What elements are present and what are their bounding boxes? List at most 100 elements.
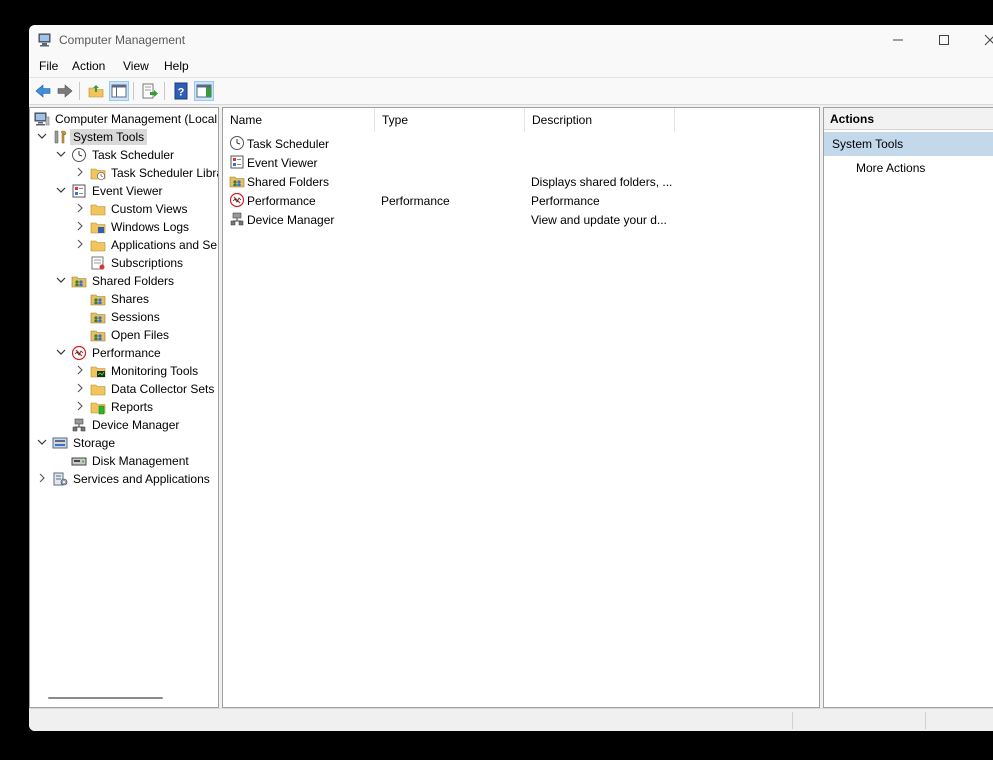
close-icon [984,34,993,46]
toolbar: ? [29,77,993,105]
maximize-button[interactable] [921,25,967,55]
minimize-button[interactable] [875,25,921,55]
shared-folders-icon [90,309,106,325]
actions-section-system-tools[interactable]: System Tools [824,132,993,156]
tree-item-label: Open Files [111,328,170,342]
chevron-down-icon[interactable] [36,130,48,142]
shared-folders-icon [71,273,87,289]
action-pane-icon [196,84,212,98]
tree-item-label: Custom Views [111,202,188,216]
export-list-icon[interactable] [141,82,159,100]
folder-log-icon [90,219,106,235]
folder-icon [90,381,106,397]
folder-monitor-icon [90,363,106,379]
chevron-right-icon[interactable] [74,238,86,250]
chevron-down-icon[interactable] [55,346,67,358]
chevron-right-icon[interactable] [74,382,86,394]
list-item[interactable]: Task Scheduler [223,134,819,153]
tree-item-label: Performance [92,346,161,360]
folder-icon [90,237,106,253]
help-icon[interactable]: ? [172,82,190,100]
title-bar: Computer Management [29,25,993,55]
menu-view[interactable]: View [123,59,149,73]
performance-icon [71,345,87,361]
device-manager-icon [71,417,87,433]
shared-folders-icon [229,173,245,189]
actions-header: Actions [824,108,993,130]
menu-file[interactable]: File [39,59,58,73]
actions-pane: Actions System Tools More Actions [823,107,993,708]
column-header-type[interactable]: Type [375,108,525,132]
list-item[interactable]: Event Viewer [223,153,819,172]
computer-management-icon [34,111,50,127]
services-icon [52,471,68,487]
maximize-icon [939,35,949,45]
tree-item-label: Monitoring Tools [111,364,199,378]
device-manager-icon [229,211,245,227]
event-viewer-icon [71,183,87,199]
list-item[interactable]: Shared Folders Displays shared folders, .… [223,172,819,191]
tree-item-label: Event Viewer [92,184,163,198]
clock-icon [229,135,245,151]
toolbar-separator [133,82,134,100]
menu-help[interactable]: Help [164,59,189,73]
performance-icon [229,192,245,208]
chevron-right-icon[interactable] [36,472,48,484]
list-cell-description: View and update your d... [531,213,667,227]
show-hide-action-pane-button[interactable] [194,81,214,101]
tree-item-label: Shared Folders [92,274,175,288]
folder-report-icon [90,399,106,415]
chevron-right-icon[interactable] [74,202,86,214]
chevron-down-icon[interactable] [55,148,67,160]
column-header-name[interactable]: Name [223,108,375,132]
list-cell-name: Event Viewer [247,156,318,170]
tree-item-label: Device Manager [92,418,180,432]
disk-icon [71,453,87,469]
show-hide-console-tree-button[interactable] [109,81,129,101]
tree-item-label: Sessions [111,310,160,324]
close-button[interactable] [967,25,993,55]
chevron-down-icon[interactable] [36,436,48,448]
toolbar-separator [79,82,80,100]
list-item[interactable]: Performance Performance Performance [223,191,819,210]
window-title: Computer Management [59,33,186,47]
folder-icon [90,201,106,217]
menu-action[interactable]: Action [72,59,105,73]
tree-item-label: Applications and Se [111,238,218,252]
console-tree[interactable]: Computer Management (Local System Tools Ta… [29,107,219,708]
list-cell-name: Task Scheduler [247,137,330,151]
chevron-right-icon[interactable] [74,364,86,376]
column-header-description[interactable]: Description [525,108,675,132]
forward-icon[interactable] [56,82,74,100]
list-cell-description: Performance [531,194,600,208]
tree-item-label: Storage [73,436,116,450]
tree-item-label: Windows Logs [111,220,190,234]
list-cell-name: Device Manager [247,213,335,227]
shared-folders-icon [90,327,106,343]
more-actions-link[interactable]: More Actions [856,161,925,175]
list-item[interactable]: Device Manager View and update your d... [223,210,819,229]
minimize-icon [893,39,903,41]
up-folder-icon[interactable] [87,82,105,100]
tree-item-label: Services and Applications [73,472,210,486]
chevron-right-icon[interactable] [74,400,86,412]
toolbar-separator [164,82,165,100]
event-viewer-icon [229,154,245,170]
chevron-right-icon[interactable] [74,166,86,178]
tree-item-label: Subscriptions [111,256,184,270]
folder-clock-icon [90,165,106,181]
chevron-down-icon[interactable] [55,274,67,286]
chevron-down-icon[interactable] [55,184,67,196]
list-cell-description: Displays shared folders, ... [531,175,673,189]
results-list: Name Type Description Task Scheduler Even… [222,107,820,708]
storage-icon [52,435,68,451]
horizontal-scrollbar[interactable] [48,697,163,699]
status-bar-separator [925,712,926,729]
list-cell-name: Shared Folders [247,175,330,189]
tree-item-label: Shares [111,292,150,306]
back-icon[interactable] [34,82,52,100]
tree-item-label: Reports [111,400,154,414]
system-tools-icon [52,129,68,145]
tree-item-label: Data Collector Sets [111,382,215,396]
chevron-right-icon[interactable] [74,220,86,232]
